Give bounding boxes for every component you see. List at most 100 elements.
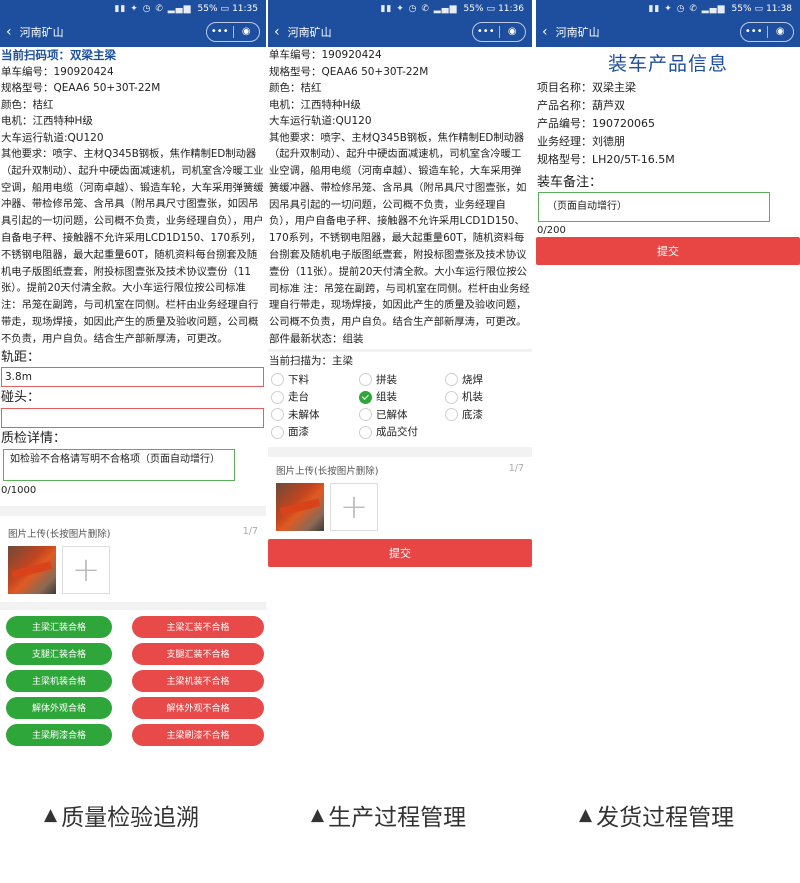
stage-radio-label: 机装 — [462, 391, 483, 404]
signal-icons: ▮▮ ✦ ◷ ✆ ▂▄▆ — [114, 3, 192, 14]
gauge-input[interactable]: 3.8m — [1, 367, 264, 388]
signal-icons: ▮▮ ✦ ◷ ✆ ▂▄▆ — [380, 3, 458, 14]
stage-radio-label: 烧焊 — [462, 373, 483, 386]
info-line: 业务经理：刘德朋 — [537, 135, 625, 148]
more-icon[interactable]: ••• — [741, 23, 767, 41]
back-icon[interactable]: ‹ — [6, 24, 12, 40]
info-line: 单车编号：190920424 — [269, 49, 382, 61]
latest-state: 部件最新状态：组装 — [269, 333, 364, 346]
inspection-buttons: 主梁汇装合格 主梁汇装不合格 支腿汇装合格 支腿汇装不合格 主梁机装合格 主梁机… — [0, 614, 266, 746]
fail-button[interactable]: 支腿汇装不合格 — [132, 642, 264, 665]
char-counter: 0/1000 — [1, 485, 37, 497]
photo-thumbnail[interactable] — [276, 483, 324, 532]
battery-icon: ▭ — [220, 3, 230, 14]
requirements-text: 其他要求：喷字、主材Q345B钢板，焦作精制ED制动器（起升双制动）、起升中硬齿… — [1, 148, 264, 345]
stage-radio-label: 底漆 — [462, 408, 483, 421]
info-line: 产品名称：葫芦双 — [537, 99, 625, 112]
nav-title: 河南矿山 — [287, 26, 332, 39]
stage-radio[interactable]: 组装 — [359, 389, 445, 407]
signal-icons: ▮▮ ✦ ◷ ✆ ▂▄▆ — [648, 3, 726, 14]
stage-radio[interactable]: 机装 — [445, 389, 525, 407]
section-divider — [268, 348, 532, 352]
triangle-icon: ▲ — [44, 805, 58, 825]
gauge-label: 轨距： — [1, 349, 41, 365]
page-title: 装车产品信息 — [607, 53, 728, 75]
caption-text: 质量检验追溯 — [61, 805, 200, 831]
pass-button[interactable]: 主梁汇装合格 — [6, 615, 112, 638]
stage-radio[interactable]: 下料 — [271, 371, 359, 389]
quality-textarea[interactable]: 如检验不合格请写明不合格项（页面自动增行） — [3, 449, 235, 482]
stage-radio[interactable]: 已解体 — [359, 406, 445, 424]
stage-radio[interactable]: 未解体 — [271, 406, 359, 424]
more-icon[interactable]: ••• — [473, 23, 499, 41]
info-line: 项目名称：双梁主梁 — [537, 81, 636, 94]
fail-button[interactable]: 主梁机装不合格 — [132, 669, 264, 692]
requirements-text: 其他要求：喷字、主材Q345B钢板，焦作精制ED制动器（起升双制动）、起升中硬齿… — [269, 131, 530, 329]
photo-thumbnail[interactable] — [8, 545, 56, 594]
radio-unchecked-icon — [271, 425, 284, 439]
close-target-icon[interactable]: ◉ — [768, 23, 794, 41]
more-icon[interactable]: ••• — [207, 23, 233, 41]
stage-radio[interactable]: 烧焊 — [445, 371, 525, 389]
stage-radio[interactable]: 底漆 — [445, 406, 525, 424]
content: 当前扫码项：双梁主梁 单车编号：190920424 规格型号：QEAA6 50+… — [0, 47, 266, 500]
upload-count: 1/7 — [508, 463, 524, 475]
stage-radio-label: 成品交付 — [376, 426, 418, 439]
fail-button[interactable]: 主梁刷漆不合格 — [132, 723, 264, 746]
stage-radio[interactable]: 面漆 — [271, 424, 359, 442]
radio-checked-icon — [359, 390, 372, 404]
stage-radio-label: 下料 — [288, 373, 309, 386]
info-line: 单车编号：190920424 — [1, 65, 114, 78]
pass-button[interactable]: 主梁刷漆合格 — [6, 723, 112, 746]
section-divider — [268, 447, 532, 458]
caption-text: 发货过程管理 — [596, 805, 735, 831]
info-line: 电机：江西特种H级 — [1, 115, 93, 127]
fail-button[interactable]: 解体外观不合格 — [132, 696, 264, 719]
status-bar: ▮▮ ✦ ◷ ✆ ▂▄▆ 55% ▭ 11:36 — [268, 0, 532, 17]
remark-textarea[interactable]: （页面自动增行） — [538, 192, 770, 222]
pass-button[interactable]: 支腿汇装合格 — [6, 642, 112, 665]
info-line: 大车运行轨道:QU120 — [1, 131, 104, 144]
battery-icon: ▭ — [486, 3, 496, 14]
fail-button[interactable]: 主梁汇装不合格 — [132, 615, 264, 638]
stage-radio[interactable]: 成品交付 — [359, 424, 445, 442]
submit-button[interactable]: 提交 — [268, 539, 532, 568]
char-counter: 0/200 — [537, 225, 566, 236]
pass-button[interactable]: 解体外观合格 — [6, 696, 112, 719]
pass-button[interactable]: 主梁机装合格 — [6, 669, 112, 692]
back-icon[interactable]: ‹ — [274, 24, 280, 40]
back-icon[interactable]: ‹ — [542, 24, 548, 40]
battery-level: 55% — [731, 3, 752, 14]
section-divider — [0, 505, 266, 516]
nav-bar: ‹ 河南矿山 ••• ◉ — [268, 17, 532, 47]
buffer-input[interactable] — [1, 407, 264, 428]
miniapp-capsule: ••• ◉ — [472, 22, 526, 42]
info-line: 颜色：桔红 — [1, 98, 54, 111]
stage-radio-label: 未解体 — [288, 408, 320, 421]
upload-header: 图片上传(长按图片删除) 1/7 — [0, 522, 266, 540]
radio-unchecked-icon — [445, 373, 458, 387]
submit-button[interactable]: 提交 — [536, 237, 800, 265]
radio-unchecked-icon — [359, 425, 372, 439]
radio-unchecked-icon — [445, 390, 458, 404]
miniapp-capsule: ••• ◉ — [206, 22, 260, 42]
close-target-icon[interactable]: ◉ — [234, 23, 260, 41]
radio-unchecked-icon — [271, 408, 284, 422]
phone-screen-shipping: ▮▮ ✦ ◷ ✆ ▂▄▆ 55% ▭ 11:38 ‹ 河南矿山 ••• ◉ 装车… — [536, 0, 800, 548]
section-divider — [0, 601, 266, 610]
stage-radio[interactable]: 拼装 — [359, 371, 445, 389]
triangle-icon: ▲ — [311, 805, 325, 825]
close-target-icon[interactable]: ◉ — [500, 23, 526, 41]
plus-icon: + — [339, 487, 369, 528]
stage-radio[interactable]: 走台 — [271, 389, 359, 407]
caption-shipping: ▲ 发货过程管理 — [579, 798, 734, 832]
add-photo-button[interactable]: + — [330, 483, 378, 532]
info-line: 规格型号：QEAA6 50+30T-22M — [269, 65, 429, 78]
info-line: 电机：江西特种H级 — [269, 98, 361, 111]
status-bar: ▮▮ ✦ ◷ ✆ ▂▄▆ 55% ▭ 11:38 — [536, 0, 800, 17]
radio-unchecked-icon — [445, 408, 458, 422]
nav-bar: ‹ 河南矿山 ••• ◉ — [536, 17, 800, 47]
caption-quality: ▲ 质量检验追溯 — [44, 798, 199, 832]
status-bar: ▮▮ ✦ ◷ ✆ ▂▄▆ 55% ▭ 11:35 — [0, 0, 266, 17]
add-photo-button[interactable]: + — [62, 545, 110, 594]
